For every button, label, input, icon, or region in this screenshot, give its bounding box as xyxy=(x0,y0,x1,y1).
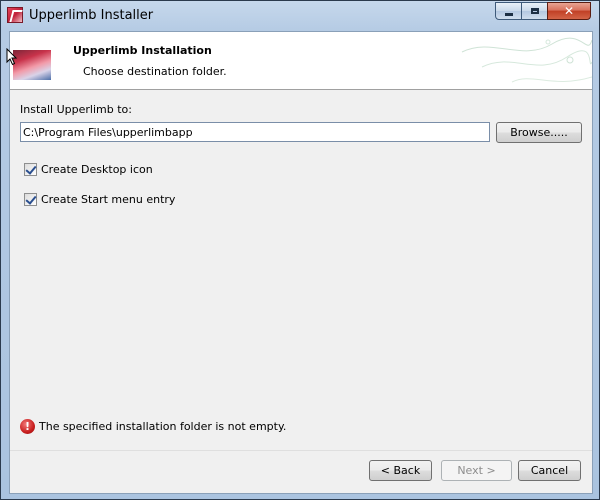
page-subtitle: Choose destination folder. xyxy=(83,65,227,78)
desktop-icon-option[interactable]: Create Desktop icon xyxy=(24,163,153,176)
app-banner-icon xyxy=(13,50,51,80)
minimize-icon xyxy=(504,12,513,16)
app-logo-icon xyxy=(7,7,23,23)
error-icon: ! xyxy=(20,419,35,434)
dialog-body: Upperlimb Installation Choose destinatio… xyxy=(9,31,593,494)
install-path-label: Install Upperlimb to: xyxy=(20,103,132,116)
desktop-icon-label: Create Desktop icon xyxy=(41,163,153,176)
install-path-input[interactable] xyxy=(20,122,490,142)
status-message: ! The specified installation folder is n… xyxy=(20,419,286,434)
next-button[interactable]: Next > xyxy=(441,460,512,481)
back-button[interactable]: < Back xyxy=(369,460,432,481)
page-title: Upperlimb Installation xyxy=(73,44,212,57)
installer-window: Upperlimb Installer ✕ Upperlimb Installa… xyxy=(0,0,600,500)
close-icon: ✕ xyxy=(563,4,575,18)
maximize-button[interactable] xyxy=(521,2,548,20)
start-menu-option[interactable]: Create Start menu entry xyxy=(24,193,175,206)
browse-button[interactable]: Browse..... xyxy=(496,122,582,143)
minimize-button[interactable] xyxy=(495,2,522,20)
caption-buttons: ✕ xyxy=(495,2,591,21)
close-button[interactable]: ✕ xyxy=(547,2,591,20)
cancel-button[interactable]: Cancel xyxy=(518,460,581,481)
header-decoration-icon xyxy=(461,37,592,83)
mouse-cursor-icon xyxy=(6,48,18,66)
title-bar[interactable]: Upperlimb Installer ✕ xyxy=(1,1,599,31)
desktop-icon-checkbox[interactable] xyxy=(24,163,37,176)
window-title: Upperlimb Installer xyxy=(29,8,154,23)
start-menu-label: Create Start menu entry xyxy=(41,193,176,206)
wizard-header: Upperlimb Installation Choose destinatio… xyxy=(10,32,592,90)
status-text: The specified installation folder is not… xyxy=(39,420,287,433)
maximize-icon xyxy=(530,8,539,14)
footer-divider xyxy=(10,450,592,451)
start-menu-checkbox[interactable] xyxy=(24,193,37,206)
